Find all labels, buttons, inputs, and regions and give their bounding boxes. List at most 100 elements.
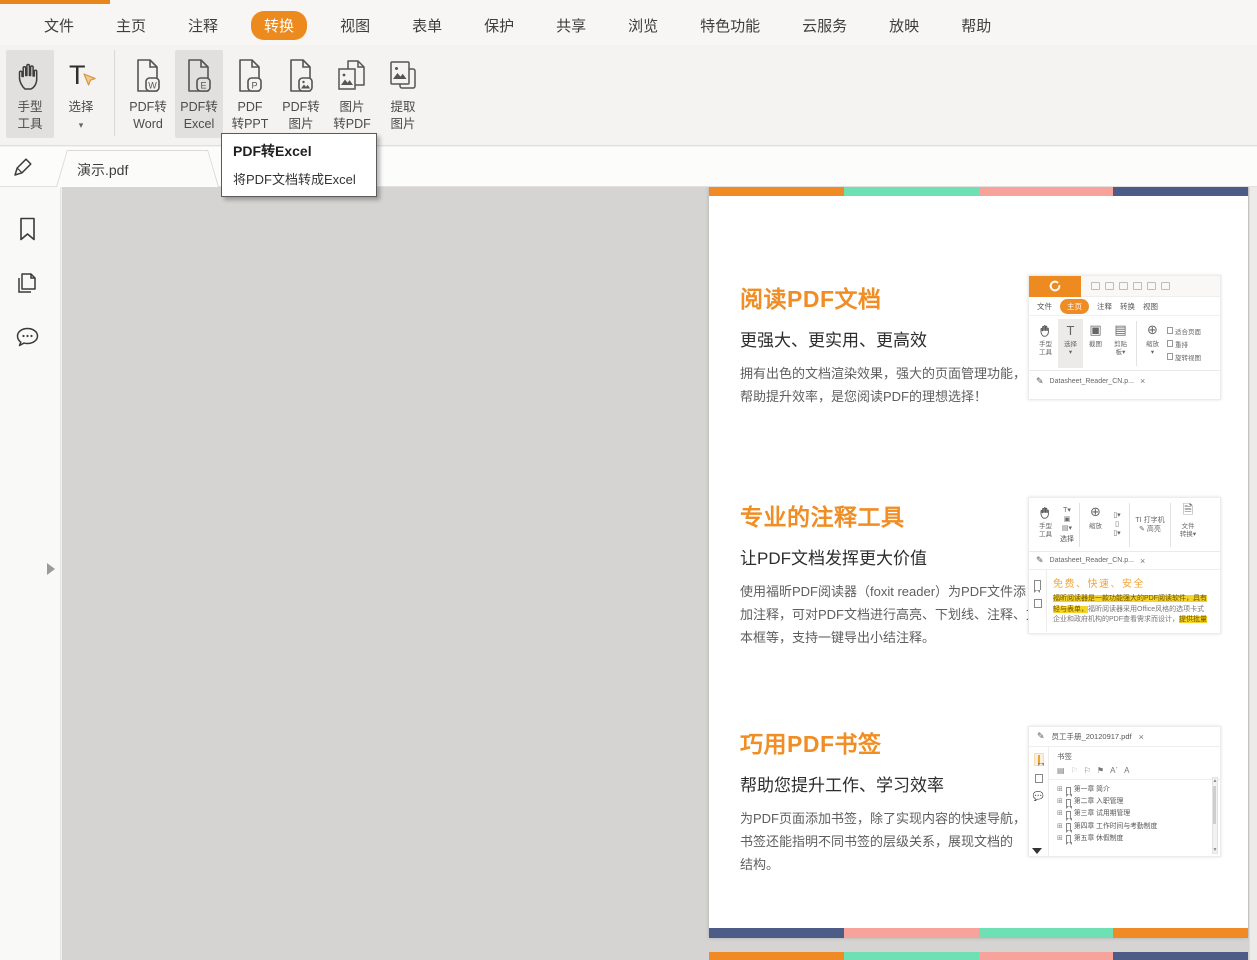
mini-close-icon: × [1139, 376, 1146, 386]
image-to-pdf-button[interactable]: 图片 转PDF [328, 50, 376, 138]
mini-tab-title: 员工手册_20120917.pdf [1051, 732, 1132, 741]
tooltip-description: 将PDF文档转成Excel [233, 172, 356, 187]
vertical-scrollbar[interactable] [1249, 187, 1257, 960]
svg-text:P: P [251, 81, 257, 91]
mini-reflow-option: 重排 [1167, 339, 1201, 349]
mini-pencil-icon: ✎ [1036, 375, 1044, 386]
screenshot-annotation-ui: 手型 工具 T▾ ▣ ▤▾ 选择 ⊕ 缩放 ▯▾ ▯ ▯▾ TI 打字机 ✎ 高亮 [1028, 497, 1221, 634]
svg-text:E: E [200, 81, 206, 91]
menu-help[interactable]: 帮助 [959, 11, 993, 40]
menu-features[interactable]: 特色功能 [698, 11, 762, 40]
screenshot-reader-ui: 文件 主页 注释 转换 视图 手型 工具 T 选择 ▾ ▣ 截图 ▤ 剪贴 板▾… [1028, 275, 1221, 400]
pdf-to-ppt-button[interactable]: P PDF 转PPT [226, 50, 274, 138]
panel-expand-handle[interactable] [47, 563, 55, 575]
mini-sidebar [1029, 570, 1047, 632]
mini-open-icon [1091, 282, 1100, 290]
extract-image-button[interactable]: 提取 图片 [379, 50, 427, 138]
mini-bookmark-icon [1034, 580, 1041, 593]
mini-close-icon: × [1138, 731, 1144, 742]
menu-browse[interactable]: 浏览 [626, 11, 660, 40]
text-select-icon: T [65, 55, 97, 97]
pdf-to-image-icon [286, 55, 316, 97]
bookmark-list: ⊞ 第一章 简介 ⊞ 第二章 入职管理 ⊞ 第三章 试用期管理 ⊞ 第四章 工作时间与考… [1049, 780, 1220, 846]
mini-scroll-down-icon [1032, 848, 1042, 854]
tab-title: 演示.pdf [77, 162, 129, 178]
extract-image-icon [386, 55, 420, 97]
mini-save-icon [1105, 282, 1114, 290]
menu-cloud[interactable]: 云服务 [800, 11, 849, 40]
menu-convert[interactable]: 转换 [251, 11, 308, 40]
bookmark-item: ⊞ 第五章 休假制度 [1057, 834, 1124, 846]
bookmark-item: ⊞ 第四章 工作时间与考勤制度 [1057, 822, 1158, 834]
bookmarks-panel-title: 书签 [1057, 752, 1072, 761]
mini-fit-page-option: 适合页面 [1167, 326, 1201, 336]
mini-undo-icon [1161, 282, 1170, 290]
document-tab-bar: 演示.pdf [0, 147, 1257, 187]
bookmarks-panel-icon[interactable] [13, 215, 41, 248]
mini-print-icon [1119, 282, 1128, 290]
mini-file-convert-tool: 🗎 文件 转换▾ [1179, 502, 1197, 538]
svg-text:W: W [148, 81, 157, 91]
toolbar-separator [114, 50, 115, 136]
mini-close-icon: × [1139, 555, 1146, 566]
bookmarks-panel-toolbar: ▤ ⚐ ⚐ ⚑ A᾿ A [1049, 764, 1220, 780]
select-tool-button[interactable]: T 选择 ▾ [57, 50, 105, 138]
image-to-pdf-icon [335, 55, 369, 97]
ribbon-toolbar: 手型 工具 T 选择 ▾ W PDF转 Word E PDF转 Excel P PD [0, 45, 1257, 146]
bookmark-item: ⊞ 第三章 试用期管理 [1057, 810, 1131, 821]
mini-scrollbar: ▲ ▼ [1212, 777, 1218, 854]
pdf-to-word-button[interactable]: W PDF转 Word [124, 50, 172, 138]
menu-view[interactable]: 视图 [338, 11, 372, 40]
pdf-page-1: 阅读PDF文档 更强大、更实用、更高效 拥有出色的文档渲染效果，强大的页面管理功… [709, 187, 1248, 938]
menu-form[interactable]: 表单 [410, 11, 444, 40]
navigation-sidebar [0, 187, 61, 960]
pdf-to-excel-icon: E [184, 55, 214, 97]
menu-share[interactable]: 共享 [554, 11, 588, 40]
mini-tab-title: Datasheet_Reader_CN.p... [1049, 557, 1134, 564]
menu-home[interactable]: 主页 [114, 11, 148, 40]
mini-menu-item: 注释 [1097, 301, 1112, 311]
mini-bookmark-icon-active [1033, 753, 1044, 766]
mini-pencil-icon: ✎ [1036, 555, 1044, 565]
mini-snapshot-tool: ▣ 截图 [1089, 322, 1102, 348]
pdf-to-image-button[interactable]: PDF转 图片 [277, 50, 325, 138]
mini-pages-icon [1033, 597, 1047, 608]
document-tab[interactable]: 演示.pdf [56, 150, 219, 187]
mini-hand-tool: 手型 工具 [1033, 501, 1058, 549]
mini-menu-item: 视图 [1143, 301, 1158, 311]
annotate-pencil-icon[interactable] [11, 155, 35, 184]
menu-file[interactable]: 文件 [42, 11, 76, 40]
mini-export-icon [1147, 282, 1156, 290]
mini-tab-title: Datasheet_Reader_CN.p... [1049, 377, 1134, 385]
mini-pencil-icon: ✎ [1037, 731, 1045, 741]
mini-select-group: T▾ ▣ ▤▾ 选择 [1060, 506, 1074, 543]
mini-clipboard-tool: ▤ 剪贴 板▾ [1114, 322, 1127, 356]
mini-sidebar: 💬 [1029, 747, 1049, 856]
mini-page-ops-group: ▯▾ ▯ ▯▾ [1113, 512, 1121, 537]
tooltip-title: PDF转Excel [233, 143, 312, 159]
window-accent-bar [0, 0, 110, 4]
svg-text:T: T [69, 60, 86, 90]
menu-bar: 文件 主页 注释 转换 视图 表单 保护 共享 浏览 特色功能 云服务 放映 帮… [0, 0, 1257, 45]
pdf-to-word-icon: W [133, 55, 163, 97]
mini-mail-icon [1133, 282, 1142, 290]
menu-present[interactable]: 放映 [887, 11, 921, 40]
menu-protect[interactable]: 保护 [482, 11, 516, 40]
mini-hand-tool: 手型 工具 [1033, 319, 1058, 368]
screenshot-bookmarks-ui: ✎ 员工手册_20120917.pdf × 💬 书签 ▤⚐⚐⚑A᾿A [1028, 726, 1221, 857]
page-bottom-stripe [709, 928, 1248, 938]
comments-panel-icon[interactable] [13, 324, 43, 357]
mini-zoom-tool: ⊕ 缩放 [1089, 504, 1102, 530]
mini-select-tool: T 选择 ▾ [1058, 319, 1083, 368]
menu-comment[interactable]: 注释 [186, 11, 220, 40]
pages-panel-icon[interactable] [13, 269, 41, 302]
mini-rotate-view-option: 旋转视图 [1167, 352, 1201, 362]
hand-tool-button[interactable]: 手型 工具 [6, 50, 54, 138]
pdf-to-excel-button[interactable]: E PDF转 Excel [175, 50, 223, 138]
document-view: 阅读PDF文档 更强大、更实用、更高效 拥有出色的文档渲染效果，强大的页面管理功… [62, 187, 1257, 960]
page-top-stripe [709, 952, 1248, 960]
page-top-stripe [709, 187, 1248, 196]
dropdown-caret-icon: ▾ [78, 120, 84, 130]
mini-typewriter-highlight-group: TI 打字机 ✎ 高亮 [1135, 516, 1165, 533]
pdf-page-2 [709, 952, 1248, 960]
